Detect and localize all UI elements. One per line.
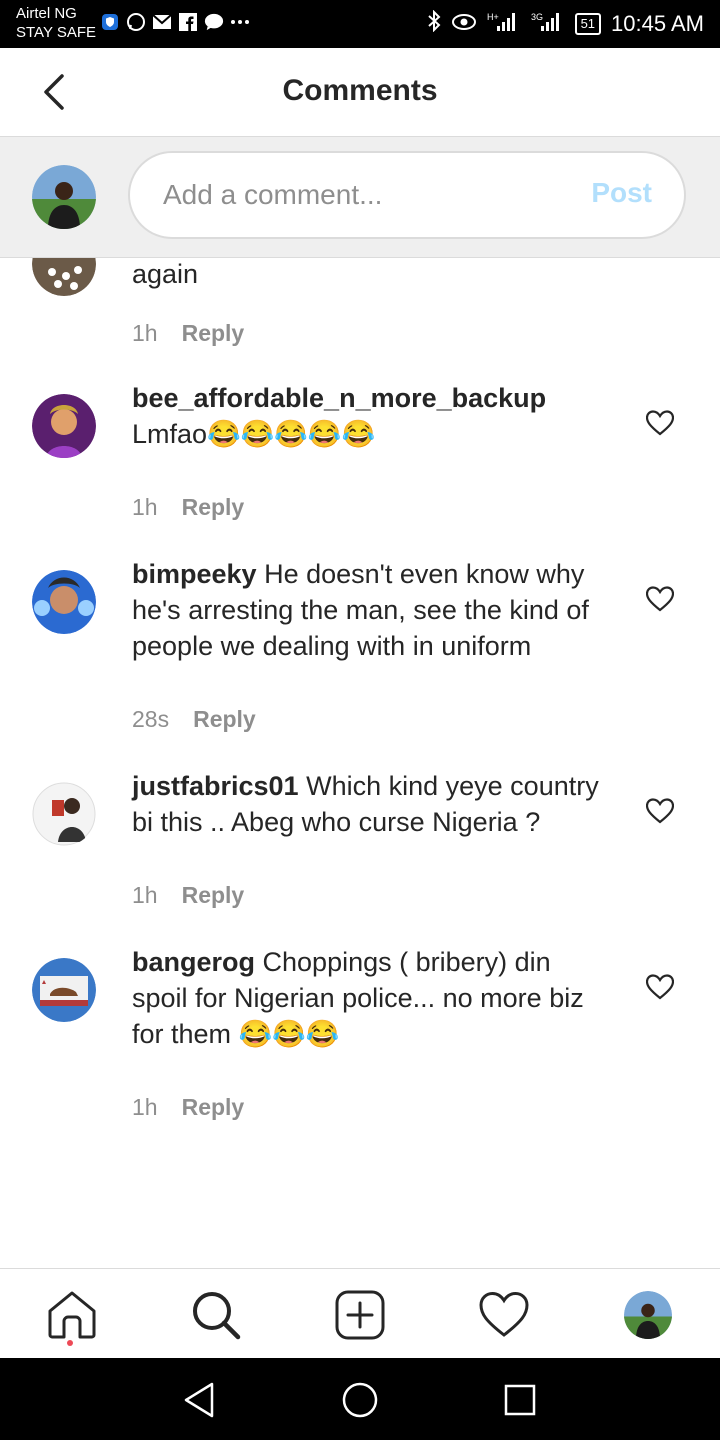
comment-text: justfabrics01 Which kind yeye country bi…: [132, 768, 612, 840]
comment-meta: 28s Reply: [132, 706, 256, 733]
circle-home-icon: [342, 1382, 378, 1418]
carrier-label: Airtel NG STAY SAFE: [16, 4, 96, 42]
comment-time: 1h: [132, 320, 158, 346]
like-comment-button[interactable]: [645, 410, 675, 436]
reply-button[interactable]: Reply: [182, 494, 245, 520]
system-navigation-bar: [0, 1358, 720, 1440]
reply-button[interactable]: Reply: [182, 882, 245, 908]
square-recents-icon: [504, 1384, 536, 1416]
more-notifications-icon: [230, 12, 250, 32]
home-notification-dot: [67, 1340, 73, 1346]
comment-meta: 1h Reply: [132, 1094, 244, 1121]
comment-input[interactable]: Add a comment... Post: [128, 151, 686, 239]
current-user-avatar: [32, 165, 96, 229]
comment-username[interactable]: bangerog: [132, 947, 255, 977]
comment-text: again: [132, 258, 612, 292]
whatsapp-icon: [126, 12, 146, 32]
comment-meta: 1h Reply: [132, 882, 244, 909]
mail-icon: [152, 12, 172, 32]
carrier-slogan: STAY SAFE: [16, 24, 97, 41]
eye-comfort-icon: [451, 11, 477, 37]
comment-time: 28s: [132, 706, 170, 732]
heart-icon: [479, 1291, 529, 1337]
comment-text: bee_affordable_n_more_backup Lmfao😂😂😂😂😂: [132, 380, 612, 452]
comments-header: Comments: [0, 48, 720, 137]
facebook-icon: [178, 12, 198, 32]
home-icon: [48, 1291, 96, 1339]
triangle-back-icon: [184, 1382, 214, 1418]
signal-3g-icon: 3G: [531, 10, 565, 38]
add-post-icon: [335, 1290, 385, 1340]
comment-text: bangerog Choppings ( bribery) din spoil …: [132, 944, 612, 1052]
home-tab[interactable]: [46, 1289, 98, 1341]
like-comment-button[interactable]: [645, 586, 675, 612]
comment-username[interactable]: bimpeeky: [132, 559, 257, 589]
comment-text: bimpeeky He doesn't even know why he's a…: [132, 556, 612, 664]
commenter-avatar[interactable]: [32, 394, 96, 458]
comment-meta: 1h Reply: [132, 320, 244, 347]
commenter-avatar[interactable]: [32, 782, 96, 846]
chat-bubble-icon: [204, 12, 224, 32]
activity-tab[interactable]: [478, 1289, 530, 1341]
comment-time: 1h: [132, 1094, 158, 1120]
comment-username[interactable]: bee_affordable_n_more_backup: [132, 383, 546, 413]
svg-text:H+: H+: [487, 12, 499, 22]
commenter-avatar[interactable]: [32, 570, 96, 634]
like-comment-button[interactable]: [645, 974, 675, 1000]
shield-icon: [100, 12, 120, 32]
comment-time: 1h: [132, 882, 158, 908]
system-home-button[interactable]: [340, 1380, 380, 1420]
reply-button[interactable]: Reply: [193, 706, 256, 732]
like-comment-button[interactable]: [645, 798, 675, 824]
status-bar: Airtel NG STAY SAFE H+ 3G 51 10:45 AM: [0, 0, 720, 48]
system-recents-button[interactable]: [500, 1380, 540, 1420]
heart-icon: [645, 798, 675, 824]
create-post-tab[interactable]: [334, 1289, 386, 1341]
commenter-avatar[interactable]: [32, 958, 96, 1022]
system-back-button[interactable]: [180, 1380, 220, 1420]
battery-indicator: 51: [574, 13, 602, 35]
search-tab[interactable]: [190, 1289, 242, 1341]
notification-icons: [100, 12, 250, 32]
comment-composer: Add a comment... Post: [0, 137, 720, 258]
reply-button[interactable]: Reply: [182, 1094, 245, 1120]
bottom-navigation: [0, 1268, 720, 1359]
heart-icon: [645, 586, 675, 612]
comment-time: 1h: [132, 494, 158, 520]
commenter-avatar[interactable]: [32, 258, 96, 296]
system-indicators: H+ 3G 51 10:45 AM: [427, 9, 704, 38]
network-type-label: 3G: [531, 12, 543, 22]
comment-meta: 1h Reply: [132, 494, 244, 521]
profile-avatar-icon: [624, 1291, 672, 1339]
signal-icon: H+: [487, 10, 521, 38]
comment-body: again: [132, 259, 199, 289]
profile-tab[interactable]: [624, 1291, 672, 1339]
heart-icon: [645, 974, 675, 1000]
comments-list[interactable]: again 1h Reply bee_affordable_n_more_back…: [0, 258, 720, 1268]
clock: 10:45 AM: [611, 11, 704, 36]
reply-button[interactable]: Reply: [182, 320, 245, 346]
comment-username[interactable]: justfabrics01: [132, 771, 299, 801]
comment-body: Lmfao😂😂😂😂😂: [132, 419, 376, 449]
heart-icon: [645, 410, 675, 436]
page-title: Comments: [282, 74, 438, 107]
carrier-name: Airtel NG: [16, 5, 77, 22]
comment-input-placeholder: Add a comment...: [163, 179, 383, 210]
search-icon: [193, 1292, 241, 1340]
post-button[interactable]: Post: [591, 177, 652, 209]
bluetooth-icon: [427, 9, 441, 38]
